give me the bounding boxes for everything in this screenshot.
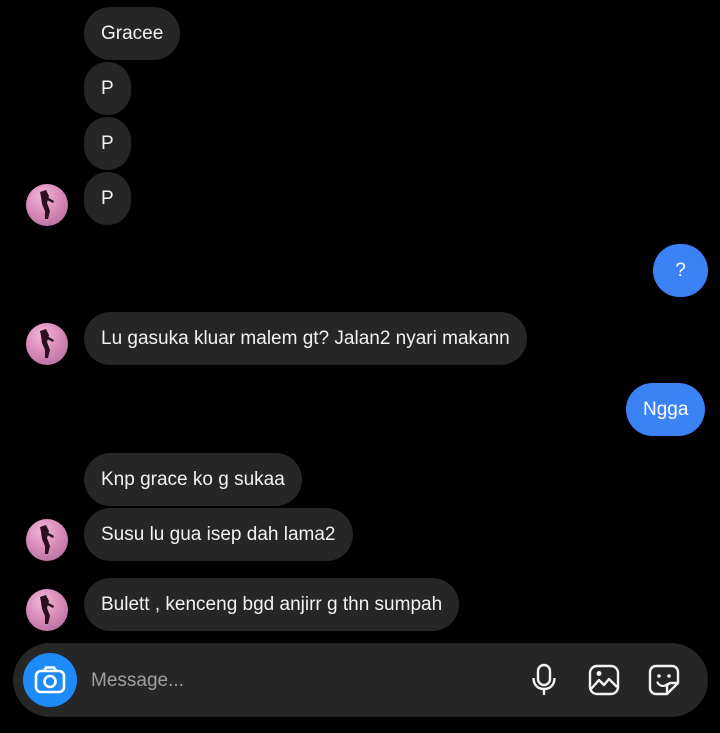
sender-avatar[interactable] (26, 519, 68, 561)
message-text: Susu lu gua isep dah lama2 (101, 523, 336, 545)
avatar-image (40, 190, 54, 219)
camera-button[interactable] (23, 653, 77, 707)
voice-message-button[interactable] (526, 662, 562, 698)
avatar-image (40, 329, 54, 358)
incoming-message[interactable]: Gracee (84, 7, 181, 60)
incoming-message[interactable]: Lu gasuka kluar malem gt? Jalan2 nyari m… (84, 312, 527, 365)
message-input[interactable] (89, 643, 493, 719)
message-text: P (101, 77, 114, 99)
incoming-message[interactable]: P (84, 172, 131, 225)
gallery-button[interactable] (586, 662, 622, 698)
incoming-message[interactable]: Susu lu gua isep dah lama2 (84, 508, 353, 561)
message-text: P (101, 187, 114, 209)
avatar-image (40, 595, 54, 624)
sticker-icon (648, 664, 680, 696)
sender-avatar[interactable] (26, 184, 68, 226)
sticker-button[interactable] (646, 662, 682, 698)
camera-icon (34, 666, 66, 694)
incoming-message[interactable]: P (84, 117, 131, 170)
avatar-image (40, 525, 54, 554)
gallery-icon (588, 664, 620, 696)
outgoing-message[interactable]: ? (653, 244, 708, 297)
outgoing-message[interactable]: Ngga (626, 383, 706, 436)
message-text: Bulett , kenceng bgd anjirr g thn sumpah (101, 593, 443, 615)
message-text: P (101, 132, 114, 154)
sender-avatar[interactable] (26, 323, 68, 365)
message-text: Knp grace ko g sukaa (101, 468, 285, 490)
incoming-message[interactable]: Bulett , kenceng bgd anjirr g thn sumpah (84, 578, 460, 631)
message-composer (13, 643, 708, 719)
message-text: Lu gasuka kluar malem gt? Jalan2 nyari m… (101, 327, 510, 349)
incoming-message[interactable]: Knp grace ko g sukaa (84, 453, 302, 506)
message-text: Ngga (643, 398, 689, 420)
message-text: Gracee (101, 22, 164, 44)
microphone-icon (532, 663, 556, 695)
sender-avatar[interactable] (26, 589, 68, 631)
message-text: ? (675, 259, 686, 281)
incoming-message[interactable]: P (84, 62, 131, 115)
